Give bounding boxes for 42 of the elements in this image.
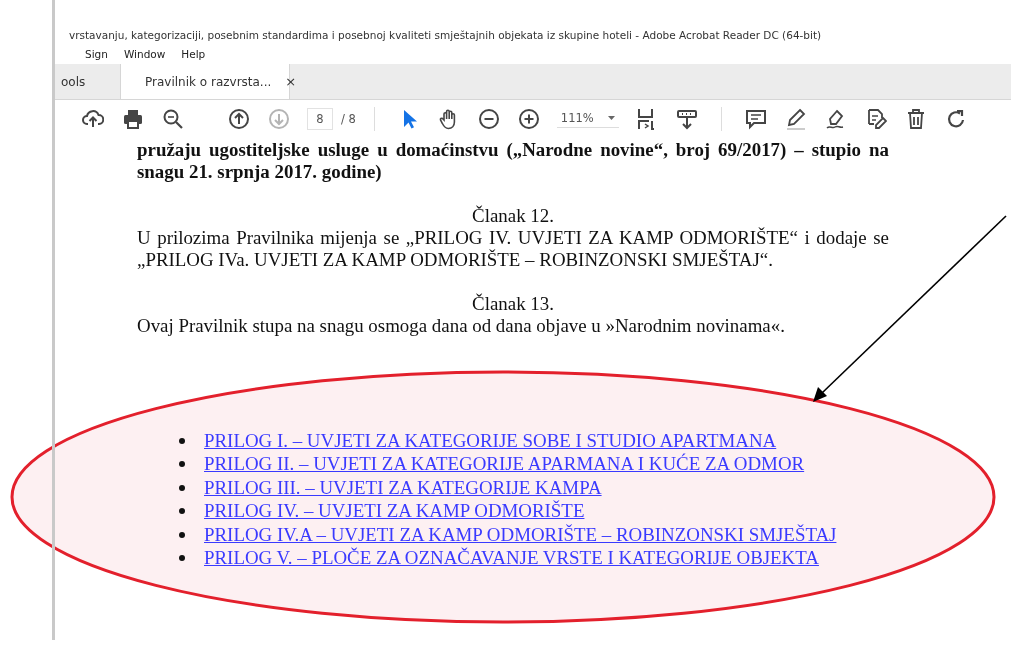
plus-icon xyxy=(517,107,540,130)
zoom-dropdown[interactable]: 111% xyxy=(556,109,619,128)
annex-link[interactable]: PRILOG II. – UVJETI ZA KATEGORIJE APARMANA I KUĆE ZA ODMOR xyxy=(204,453,805,476)
bullet-icon xyxy=(179,508,185,515)
bullet-icon xyxy=(179,531,185,538)
bullet-icon xyxy=(179,555,185,562)
toolbar-button[interactable] xyxy=(517,107,540,130)
toolbar-button[interactable] xyxy=(675,107,698,130)
toolbar-button[interactable] xyxy=(228,107,250,130)
bullet-icon xyxy=(179,461,185,468)
article-text: Ovaj Pravilnik stupa na snagu osmoga dana od dana objave u »Narodnim novinama«. xyxy=(137,315,786,337)
menu-item[interactable]: Sign xyxy=(83,48,110,60)
page-number-field[interactable]: 8 xyxy=(307,107,333,130)
page-count: / 8 xyxy=(341,111,356,126)
toolbar-button[interactable] xyxy=(82,107,104,130)
tab[interactable]: ools xyxy=(55,64,120,99)
bullet-icon xyxy=(179,484,185,491)
minus-icon xyxy=(477,107,500,130)
cloud-upload-icon xyxy=(82,107,104,130)
toolbar-button[interactable] xyxy=(122,107,144,130)
toolbar-button[interactable] xyxy=(744,107,767,130)
annex-link[interactable]: PRILOG IV. – UVJETI ZA KAMP ODMORIŠTE xyxy=(204,500,585,523)
annex-link[interactable]: PRILOG IV.A – UVJETI ZA KAMP ODMORIŠTE – ROBINZONSKI SMJEŠTAJ xyxy=(204,523,837,546)
bullet-icon xyxy=(179,437,185,444)
annex-link[interactable]: PRILOG I. – UVJETI ZA KATEGORIJE SOBE I STUDIO APARTMANA xyxy=(204,429,777,452)
menu-item[interactable]: Window xyxy=(121,48,168,60)
printer-icon xyxy=(122,107,144,130)
article-text: U prilozima Pravilnika mijenja se „PRILOG IV. UVJETI ZA KAMP ODMORIŠTE“ i dodaje se „PRILOG IVa. UVJETI ZA KAMP ODMORIŠTE – ROBINZONSKI SMJEŠTAJ“. xyxy=(137,227,889,271)
annex-link[interactable]: PRILOG III. – UVJETI ZA KATEGORIJE KAMPA xyxy=(204,476,602,499)
article-title: Članak 13. xyxy=(471,293,555,315)
heading-text: pružaju ugostiteljske usluge u domaćinstvu („Narodne novine“, broj 69/2017) – stupio na snagu 21. srpnja 2017. godine) xyxy=(137,139,889,183)
menu-item[interactable]: Help xyxy=(179,48,208,60)
scroll-icon xyxy=(675,107,698,130)
comment-icon xyxy=(744,107,767,130)
annex-link[interactable]: PRILOG V. – PLOČE ZA OZNAČAVANJE VRSTE I KATEGORIJE OBJEKTA xyxy=(204,547,819,570)
search-icon xyxy=(162,107,184,130)
toolbar-button[interactable] xyxy=(784,107,807,130)
toolbar-button[interactable] xyxy=(162,107,184,130)
toolbar-button[interactable] xyxy=(477,107,500,130)
caret-icon xyxy=(607,116,615,120)
article-title: Članak 12. xyxy=(471,205,555,227)
pen-icon xyxy=(784,107,807,130)
